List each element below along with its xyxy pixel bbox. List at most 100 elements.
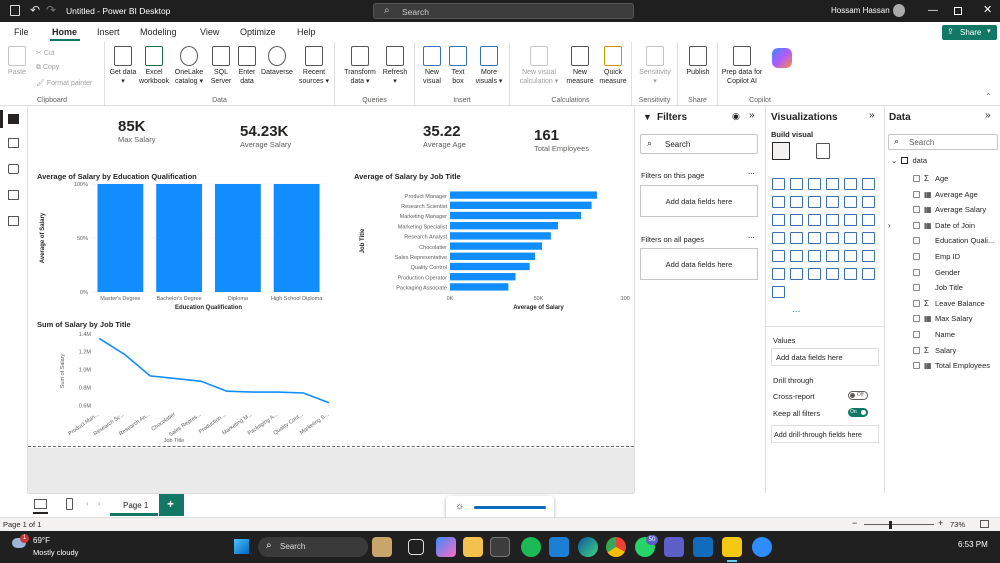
values-drop-zone[interactable]: Add data fields here bbox=[771, 348, 879, 366]
map-visual-icon[interactable] bbox=[844, 214, 857, 226]
keep-filters-toggle[interactable]: On bbox=[848, 408, 868, 417]
new-measure-button[interactable]: New measure bbox=[564, 46, 596, 86]
zoom-app-icon[interactable] bbox=[752, 537, 772, 557]
goals-visual-icon[interactable] bbox=[772, 286, 785, 298]
filters-page-drop-zone[interactable]: Add data fields here bbox=[640, 185, 758, 217]
table-view-icon[interactable] bbox=[8, 138, 19, 148]
save-icon[interactable] bbox=[10, 5, 20, 16]
quick-measure-button[interactable]: Quick measure bbox=[596, 46, 630, 86]
power-automate-visual-icon[interactable] bbox=[862, 268, 875, 280]
dataverse-button[interactable]: Dataverse bbox=[259, 46, 295, 77]
field-checkbox[interactable] bbox=[913, 190, 920, 198]
line-visual-icon[interactable] bbox=[772, 196, 785, 208]
field-checkbox[interactable] bbox=[913, 299, 920, 307]
funnel-visual-icon[interactable] bbox=[862, 196, 875, 208]
undo-icon[interactable]: ↶ bbox=[30, 3, 40, 17]
python-visual-icon[interactable] bbox=[826, 250, 839, 262]
news-app-icon[interactable] bbox=[372, 537, 392, 557]
new-visual-button[interactable]: New visual bbox=[419, 46, 445, 86]
power-apps-visual-icon[interactable] bbox=[844, 268, 857, 280]
scatter-visual-icon[interactable] bbox=[772, 214, 785, 226]
filters-on-page-more[interactable]: ... bbox=[748, 167, 755, 176]
publish-button[interactable]: Publish bbox=[681, 46, 715, 77]
kpi-card-total-employees[interactable]: 161 Total Employees bbox=[534, 127, 624, 167]
start-icon[interactable] bbox=[234, 539, 249, 554]
field-checkbox[interactable] bbox=[913, 362, 920, 370]
spotify-icon[interactable] bbox=[521, 537, 541, 557]
field-item[interactable]: ▦ Average Age bbox=[895, 188, 978, 202]
task-view-icon[interactable] bbox=[408, 539, 424, 555]
field-item[interactable]: Σ Leave Balance bbox=[895, 297, 985, 311]
eye-icon[interactable]: ◉ bbox=[732, 111, 740, 122]
field-checkbox[interactable] bbox=[913, 206, 920, 214]
field-checkbox[interactable] bbox=[913, 237, 920, 245]
kpi-visual-icon[interactable] bbox=[844, 232, 857, 244]
dax-query-icon[interactable] bbox=[8, 190, 19, 200]
next-page-icon[interactable]: › bbox=[98, 499, 101, 508]
field-item[interactable]: Name bbox=[895, 328, 955, 342]
prep-data-copilot-button[interactable]: Prep data for Copilot AI bbox=[720, 46, 764, 86]
collapse-pane-icon[interactable]: » bbox=[869, 110, 875, 121]
fit-to-page-icon[interactable] bbox=[980, 520, 989, 528]
menu-view[interactable]: View bbox=[200, 27, 219, 37]
chart-salary-by-job-title[interactable]: Average of Salary by Job Title 0K50K100K… bbox=[350, 170, 630, 316]
field-item[interactable]: Σ Salary bbox=[895, 344, 956, 358]
zoom-plus-icon[interactable]: + bbox=[938, 518, 943, 528]
drill-through-drop-zone[interactable]: Add drill-through fields here bbox=[771, 425, 879, 443]
file-explorer-icon[interactable] bbox=[463, 537, 483, 557]
treemap-visual-icon[interactable] bbox=[826, 214, 839, 226]
minimize-icon[interactable]: — bbox=[928, 5, 938, 16]
slicer-visual-icon[interactable] bbox=[862, 232, 875, 244]
card-visual-icon[interactable] bbox=[808, 232, 821, 244]
field-item[interactable]: Job Title bbox=[895, 281, 963, 295]
copilot-icon[interactable] bbox=[772, 48, 792, 68]
collapse-pane-icon[interactable]: » bbox=[749, 110, 755, 121]
menu-home[interactable]: Home bbox=[52, 27, 77, 37]
r-visual-visual-icon[interactable] bbox=[808, 250, 821, 262]
donut-visual-icon[interactable] bbox=[808, 214, 821, 226]
report-view-icon[interactable] bbox=[8, 114, 19, 124]
menu-insert[interactable]: Insert bbox=[97, 27, 120, 37]
menu-help[interactable]: Help bbox=[297, 27, 316, 37]
data-table-header[interactable]: ⌄ data bbox=[891, 156, 927, 165]
ribbon-visual-icon[interactable] bbox=[826, 196, 839, 208]
stacked-area-visual-icon[interactable] bbox=[808, 196, 821, 208]
zoom-minus-icon[interactable]: − bbox=[852, 518, 857, 528]
close-icon[interactable]: ✕ bbox=[983, 3, 992, 16]
field-item[interactable]: ▦ Total Employees bbox=[895, 359, 990, 373]
onelake-catalog-button[interactable]: OneLake catalog ▾ bbox=[171, 46, 207, 86]
menu-modeling[interactable]: Modeling bbox=[140, 27, 177, 37]
kpi-card-average-age[interactable]: 35.22 Average Age bbox=[423, 123, 513, 163]
field-item[interactable]: ▦ Max Salary bbox=[895, 312, 973, 326]
field-item[interactable]: Σ Age bbox=[895, 172, 948, 186]
desktop-layout-icon[interactable] bbox=[34, 499, 47, 509]
narrative-visual-icon[interactable] bbox=[790, 268, 803, 280]
field-checkbox[interactable] bbox=[913, 346, 920, 354]
menu-optimize[interactable]: Optimize bbox=[240, 27, 276, 37]
browser-app-icon[interactable] bbox=[490, 537, 510, 557]
clustered-bar-visual-icon[interactable] bbox=[808, 178, 821, 190]
gauge-visual-icon[interactable] bbox=[790, 232, 803, 244]
field-item[interactable]: › ▦ Date of Join bbox=[888, 219, 975, 233]
search-box[interactable]: ⌕ Search bbox=[373, 3, 634, 19]
qa-visual-icon[interactable] bbox=[772, 268, 785, 280]
field-checkbox[interactable] bbox=[913, 221, 920, 229]
add-page-button[interactable]: + bbox=[159, 494, 184, 516]
more-visuals-icon[interactable]: ... bbox=[792, 304, 800, 315]
more-visuals-button[interactable]: More visuals ▾ bbox=[471, 46, 507, 86]
filters-all-drop-zone[interactable]: Add data fields here bbox=[640, 248, 758, 280]
chevron-right-icon[interactable]: › bbox=[888, 219, 891, 233]
brightness-slider[interactable] bbox=[474, 506, 546, 509]
zoom-slider[interactable] bbox=[864, 524, 934, 525]
field-checkbox[interactable] bbox=[913, 253, 920, 260]
paginated-visual-icon[interactable] bbox=[808, 268, 821, 280]
100-column-visual-icon[interactable] bbox=[862, 178, 875, 190]
taskbar-search[interactable]: ⌕ Search bbox=[258, 537, 368, 557]
mobile-layout-icon[interactable] bbox=[66, 498, 73, 510]
field-checkbox[interactable] bbox=[913, 315, 920, 323]
chrome-icon[interactable] bbox=[606, 537, 626, 557]
area-visual-icon[interactable] bbox=[790, 196, 803, 208]
page-tab-page-1[interactable]: Page 1 bbox=[110, 494, 158, 516]
recent-sources-button[interactable]: Recent sources ▾ bbox=[295, 46, 333, 86]
matrix-visual-icon[interactable] bbox=[790, 250, 803, 262]
